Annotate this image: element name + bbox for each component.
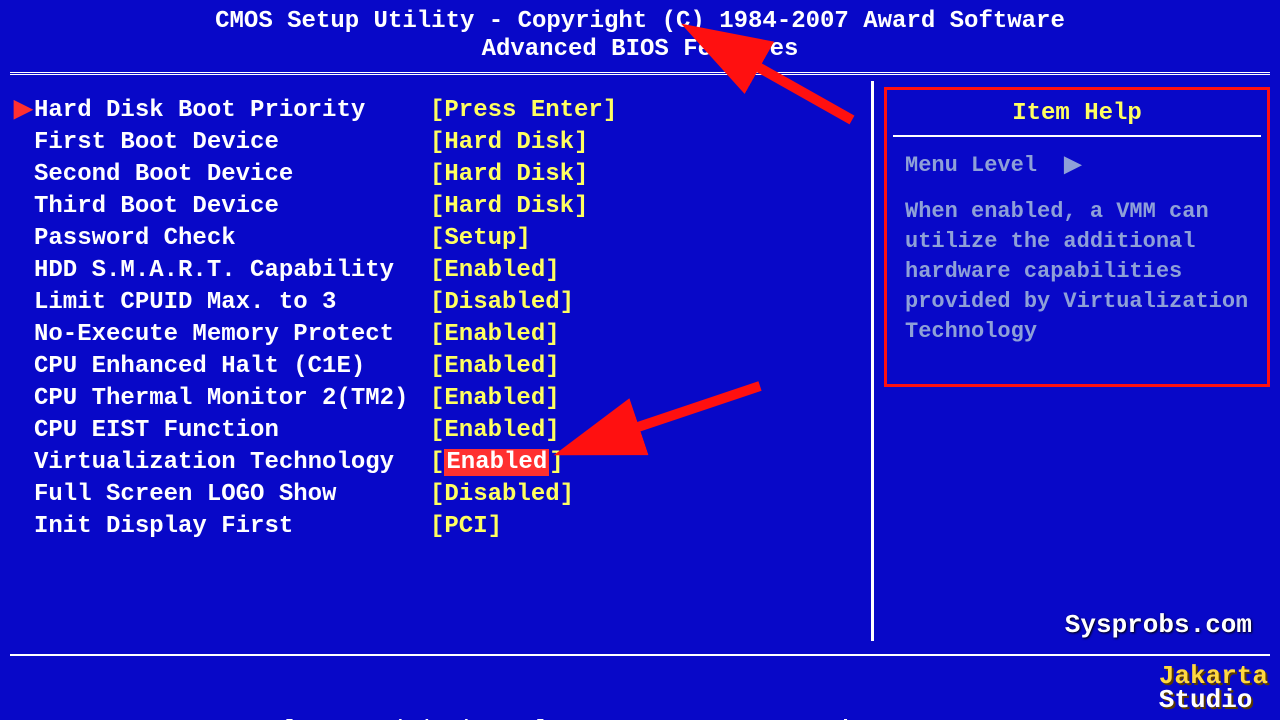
watermark-jakarta-studio: Jakarta Studio — [1159, 664, 1268, 712]
setting-row[interactable]: CPU Enhanced Halt (C1E)[Enabled] — [14, 351, 861, 383]
setting-label: No-Execute Memory Protect — [34, 319, 430, 351]
setting-label: HDD S.M.A.R.T. Capability — [34, 255, 430, 287]
setting-value[interactable]: [Enabled] — [430, 383, 560, 415]
menu-level-label: Menu Level — [905, 153, 1037, 178]
setting-label: CPU Enhanced Halt (C1E) — [34, 351, 430, 383]
setting-row[interactable]: Second Boot Device[Hard Disk] — [14, 159, 861, 191]
setting-label: Virtualization Technology — [34, 447, 430, 479]
selection-arrow-icon — [14, 447, 34, 479]
settings-panel[interactable]: ▶Hard Disk Boot Priority[Press Enter] Fi… — [0, 81, 865, 641]
selection-arrow-icon — [14, 223, 34, 255]
setting-value[interactable]: [Disabled] — [430, 479, 574, 511]
setting-label: Password Check — [34, 223, 430, 255]
setting-value[interactable]: [Hard Disk] — [430, 191, 588, 223]
item-help-box: Item Help Menu Level ▶ When enabled, a V… — [884, 87, 1270, 387]
setting-row[interactable]: Init Display First[PCI] — [14, 511, 861, 543]
title-line-2: Advanced BIOS Features — [0, 36, 1280, 64]
header-divider — [10, 72, 1270, 81]
setting-value[interactable]: [PCI] — [430, 511, 502, 543]
setting-label: Second Boot Device — [34, 159, 430, 191]
setting-row[interactable]: HDD S.M.A.R.T. Capability[Enabled] — [14, 255, 861, 287]
setting-value[interactable]: [Hard Disk] — [430, 127, 588, 159]
setting-label: First Boot Device — [34, 127, 430, 159]
menu-level-row: Menu Level ▶ — [905, 151, 1249, 181]
item-help-body: Menu Level ▶ When enabled, a VMM can uti… — [887, 137, 1267, 347]
setting-label: Third Boot Device — [34, 191, 430, 223]
bios-screen: CMOS Setup Utility - Copyright (C) 1984-… — [0, 0, 1280, 720]
selection-arrow-icon — [14, 351, 34, 383]
setting-label: CPU EIST Function — [34, 415, 430, 447]
selection-arrow-icon — [14, 319, 34, 351]
setting-row[interactable]: Virtualization Technology[Enabled] — [14, 447, 861, 479]
setting-row[interactable]: Limit CPUID Max. to 3[Disabled] — [14, 287, 861, 319]
setting-value[interactable]: [Enabled] — [430, 447, 564, 479]
item-help-text: When enabled, a VMM can utilize the addi… — [905, 197, 1249, 347]
selection-arrow-icon — [14, 127, 34, 159]
selection-arrow-icon — [14, 159, 34, 191]
setting-value[interactable]: [Hard Disk] — [430, 159, 588, 191]
watermark-studio: Studio — [1159, 685, 1253, 715]
setting-label: Hard Disk Boot Priority — [34, 95, 430, 127]
setting-value[interactable]: [Enabled] — [430, 319, 560, 351]
selection-arrow-icon — [14, 191, 34, 223]
setting-row[interactable]: ▶Hard Disk Boot Priority[Press Enter] — [14, 95, 861, 127]
setting-row[interactable]: Third Boot Device[Hard Disk] — [14, 191, 861, 223]
setting-value[interactable]: [Enabled] — [430, 351, 560, 383]
setting-label: Limit CPUID Max. to 3 — [34, 287, 430, 319]
setting-row[interactable]: CPU Thermal Monitor 2(TM2)[Enabled] — [14, 383, 861, 415]
setting-value[interactable]: [Enabled] — [430, 415, 560, 447]
footer-hint-row-1: ↑↓←→:Move Enter:Select +/-/PU/PD:Value F… — [20, 716, 1260, 720]
title-line-1: CMOS Setup Utility - Copyright (C) 1984-… — [0, 8, 1280, 36]
selection-arrow-icon — [14, 287, 34, 319]
setting-row[interactable]: Full Screen LOGO Show[Disabled] — [14, 479, 861, 511]
item-help-title: Item Help — [887, 90, 1267, 135]
setting-row[interactable]: No-Execute Memory Protect[Enabled] — [14, 319, 861, 351]
setting-value[interactable]: [Press Enter] — [430, 95, 617, 127]
watermark-sysprobs: Sysprobs.com — [1065, 610, 1252, 640]
selection-arrow-icon: ▶ — [14, 95, 34, 127]
main-area: ▶Hard Disk Boot Priority[Press Enter] Fi… — [0, 81, 1280, 641]
selection-arrow-icon — [14, 479, 34, 511]
selection-arrow-icon — [14, 415, 34, 447]
item-help-panel: Item Help Menu Level ▶ When enabled, a V… — [880, 81, 1280, 641]
setting-row[interactable]: First Boot Device[Hard Disk] — [14, 127, 861, 159]
selection-arrow-icon — [14, 255, 34, 287]
setting-value[interactable]: [Setup] — [430, 223, 531, 255]
setting-label: Init Display First — [34, 511, 430, 543]
setting-row[interactable]: CPU EIST Function[Enabled] — [14, 415, 861, 447]
setting-value[interactable]: [Enabled] — [430, 255, 560, 287]
setting-label: Full Screen LOGO Show — [34, 479, 430, 511]
title-bar: CMOS Setup Utility - Copyright (C) 1984-… — [0, 0, 1280, 70]
setting-row[interactable]: Password Check[Setup] — [14, 223, 861, 255]
setting-value[interactable]: [Disabled] — [430, 287, 574, 319]
footer-divider — [10, 654, 1270, 656]
triangle-icon: ▶ — [1064, 153, 1081, 178]
footer: ↑↓←→:Move Enter:Select +/-/PU/PD:Value F… — [0, 654, 1280, 720]
selection-arrow-icon — [14, 511, 34, 543]
selection-arrow-icon — [14, 383, 34, 415]
vertical-divider — [871, 81, 874, 641]
setting-label: CPU Thermal Monitor 2(TM2) — [34, 383, 430, 415]
